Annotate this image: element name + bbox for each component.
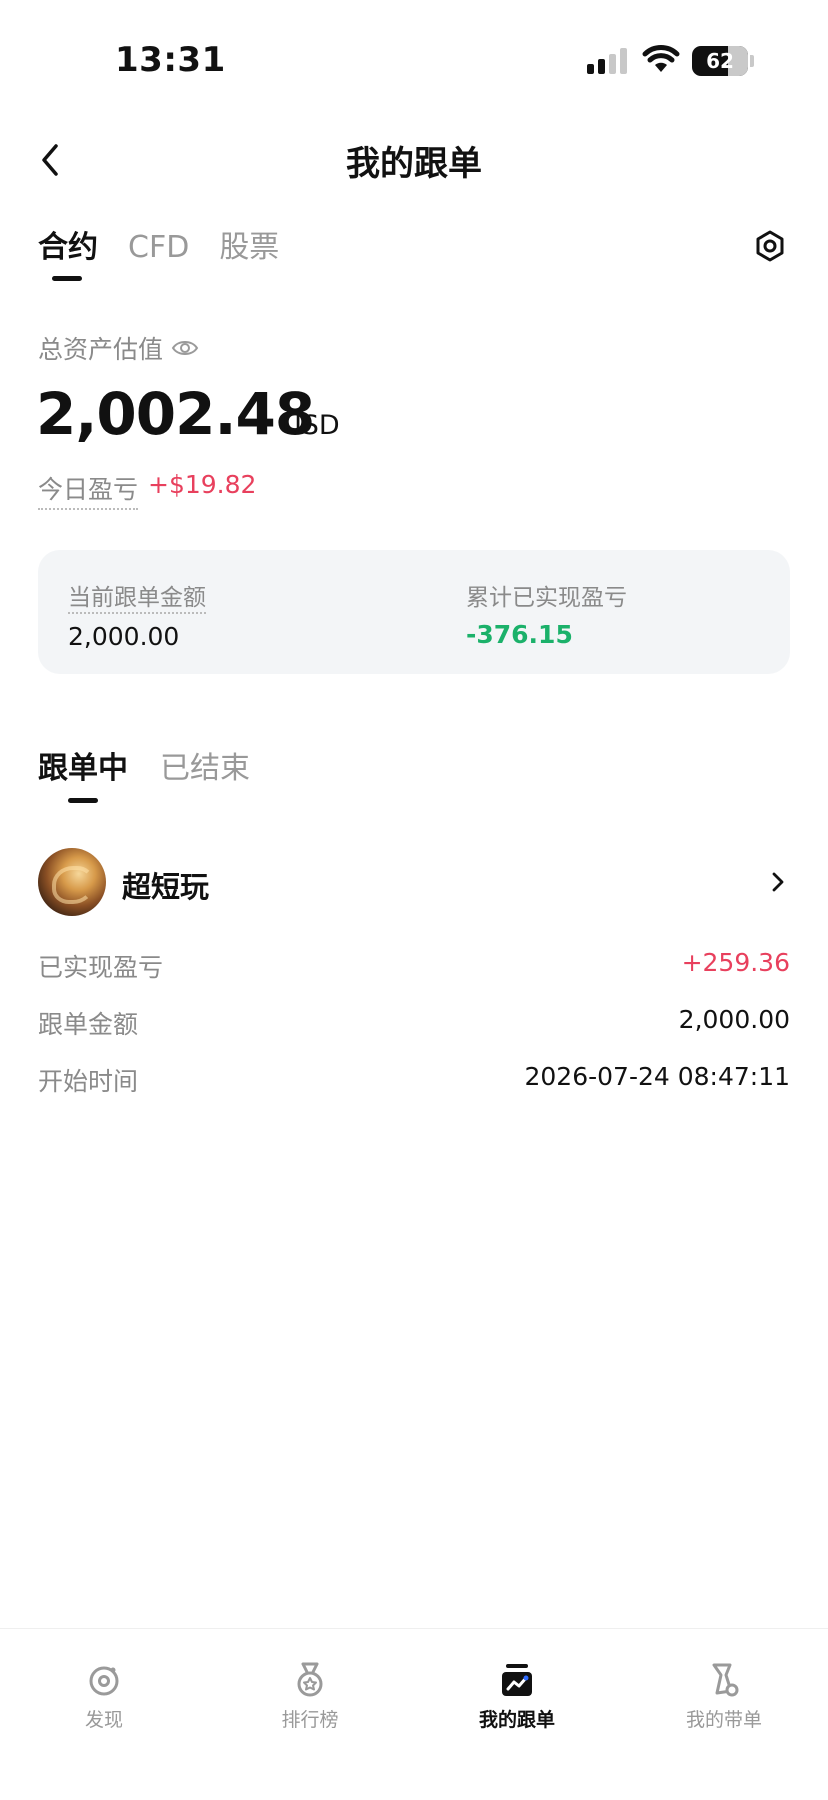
- tab-contract[interactable]: 合约: [38, 222, 98, 266]
- settings-icon[interactable]: [754, 229, 786, 263]
- cumulative-realized-pnl-value: -376.15: [466, 620, 573, 649]
- battery-level: 62: [706, 49, 734, 73]
- bottom-nav-ranking[interactable]: 排行榜: [240, 1661, 380, 1732]
- today-pnl-value: +$19.82: [148, 470, 257, 499]
- total-assets-label-text: 总资产估值: [38, 335, 164, 364]
- detail-label: 已实现盈亏: [38, 953, 164, 982]
- tab-following[interactable]: 跟单中: [38, 743, 128, 787]
- bottom-nav-discover[interactable]: 发现: [34, 1661, 174, 1732]
- summary-card: 当前跟单金额 2,000.00 累计已实现盈亏 -376.15: [38, 550, 790, 674]
- detail-value: +259.36: [681, 948, 790, 977]
- tab-cfd[interactable]: CFD: [128, 230, 189, 265]
- my-lead-trades-icon: [712, 1663, 739, 1697]
- cumulative-realized-pnl-label: 累计已实现盈亏: [466, 585, 627, 611]
- my-copy-trades-icon: [502, 1664, 532, 1696]
- discover-icon: [89, 1666, 119, 1696]
- trader-name: 超短玩: [122, 870, 210, 904]
- status-bar: 13:31 62: [0, 0, 828, 110]
- current-copy-amount: 当前跟单金额 2,000.00: [68, 578, 206, 651]
- bottom-nav-label: 我的带单: [685, 1709, 762, 1731]
- detail-label: 跟单金额: [38, 1010, 139, 1039]
- detail-value: 2,000.00: [678, 1005, 790, 1034]
- today-pnl: 今日盈亏 +$19.82: [38, 470, 256, 510]
- detail-row-copy-amount: 跟单金额 2,000.00: [38, 1005, 790, 1041]
- follow-tab-indicator: [68, 798, 98, 803]
- bottom-nav-my-copy-trades[interactable]: 我的跟单: [447, 1661, 587, 1732]
- bottom-nav-label: 排行榜: [281, 1709, 339, 1731]
- chevron-right-icon[interactable]: [770, 870, 786, 894]
- cellular-signal-icon: [587, 48, 627, 74]
- product-tabs: 合约 CFD 股票: [38, 222, 279, 266]
- trader-avatar: [38, 848, 106, 916]
- bottom-nav-label: 发现: [84, 1709, 123, 1731]
- total-assets-unit: USD: [282, 410, 340, 441]
- eye-icon[interactable]: [171, 338, 199, 358]
- total-assets-value: 2,002.48: [36, 380, 315, 448]
- battery-cap: [750, 55, 754, 67]
- cumulative-realized-pnl: 累计已实现盈亏 -376.15: [466, 578, 627, 649]
- bottom-nav-my-lead-trades[interactable]: 我的带单: [654, 1661, 794, 1732]
- detail-value: 2026-07-24 08:47:11: [524, 1062, 790, 1091]
- trader-row[interactable]: 超短玩: [38, 848, 790, 916]
- detail-row-realized-pnl: 已实现盈亏 +259.36: [38, 948, 790, 984]
- page-title: 我的跟单: [346, 144, 482, 184]
- status-time: 13:31: [115, 40, 226, 80]
- follow-status-tabs: 跟单中 已结束: [38, 743, 250, 787]
- bottom-nav: 发现 排行榜 我的跟单 我的带单: [0, 1628, 828, 1800]
- detail-row-start-time: 开始时间 2026-07-24 08:47:11: [38, 1062, 790, 1098]
- tab-indicator: [52, 276, 82, 281]
- current-copy-amount-value: 2,000.00: [68, 622, 180, 651]
- detail-label: 开始时间: [38, 1067, 139, 1096]
- tab-stocks[interactable]: 股票: [219, 222, 279, 266]
- today-pnl-label[interactable]: 今日盈亏: [38, 470, 139, 510]
- battery-icon: 62: [692, 46, 748, 76]
- total-assets-label: 总资产估值: [38, 330, 199, 366]
- bottom-nav-label: 我的跟单: [478, 1709, 555, 1731]
- wifi-icon: [642, 45, 680, 72]
- ranking-medal-icon: [297, 1662, 323, 1697]
- tab-ended[interactable]: 已结束: [160, 743, 250, 787]
- current-copy-amount-label[interactable]: 当前跟单金额: [68, 578, 206, 614]
